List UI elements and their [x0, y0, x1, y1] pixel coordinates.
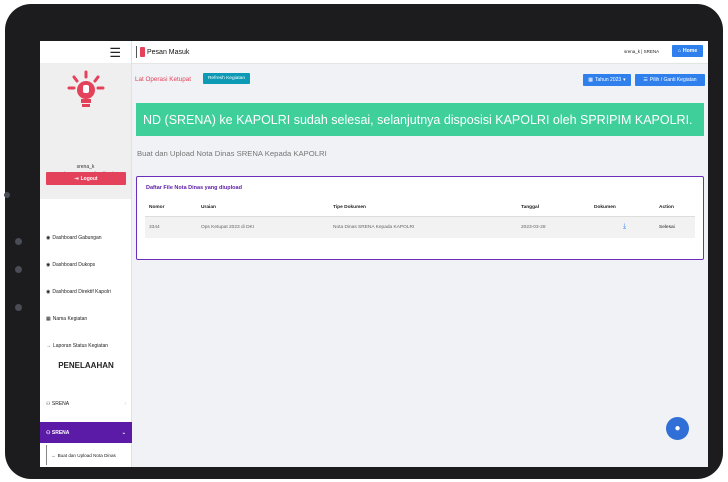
- sidebar-item-label: Dashboard Dukops: [52, 261, 96, 268]
- sidebar-item-dashboard-direktif[interactable]: ◉ Dashboard Direktif Kapolri: [40, 278, 132, 305]
- download-icon[interactable]: ⤓: [623, 223, 626, 230]
- column-header: Uraian: [197, 199, 329, 217]
- cell-nomor: 3344: [145, 216, 197, 238]
- arrow-icon: →: [46, 342, 51, 349]
- home-icon: ⌂: [677, 48, 681, 54]
- sidebar-item-label: Dashboard Direktif Kapolri: [52, 288, 111, 295]
- page-title-label: Pesan Masuk: [147, 48, 190, 56]
- sidebar-item-label: SRENA: [51, 429, 70, 436]
- uploaded-files-card: Daftar File Nota Dinas yang diupload Nom…: [136, 176, 704, 260]
- sidebar-item-srena-active[interactable]: ⚇ SRENA ⌄: [40, 422, 132, 443]
- card-title: Daftar File Nota Dinas yang diupload: [146, 185, 242, 191]
- sidebar-item-label: Laporan Status Kegiatan: [53, 342, 109, 349]
- sidebar-item-nama-kegiatan[interactable]: ▦ Nama Kegiatan: [40, 305, 132, 332]
- cell-tipe-dokumen: Nota Dinas SRENA Kepada KAPOLRI: [329, 216, 517, 238]
- year-label: Tahun 2023: [595, 77, 622, 83]
- sidebar-item-dashboard-dukops[interactable]: ◉ Dashboard Dukops: [40, 251, 132, 278]
- camera-dot: [4, 192, 10, 198]
- sidebar-item-label: SRENA: [51, 401, 70, 407]
- activity-bar: Lat Operasi Ketupat Refresh Kegiatan ▦ T…: [132, 64, 708, 94]
- sidebar-item-label: Nama Kegiatan: [52, 315, 88, 322]
- dashboard-icon: ◉: [46, 234, 51, 241]
- files-table: Nomor Uraian Tipe Dokumen Tanggal Dokume…: [145, 199, 695, 238]
- user-info: srena_k | SRENA: [624, 49, 660, 54]
- tablet-frame: ☰ srena_k Selamat Dat: [4, 4, 723, 479]
- sensor-dot: [15, 304, 22, 311]
- sidebar-subitem-label: Buat dan Upload Nota Dinas: [57, 452, 116, 458]
- activity-label: Lat Operasi Ketupat: [135, 76, 192, 83]
- sidebar-header: ☰: [40, 41, 131, 64]
- chat-button[interactable]: ●: [666, 417, 689, 440]
- cell-action: Selesai: [655, 216, 695, 238]
- sidebar-subitem-upload-nota[interactable]: → Buat dan Upload Nota Dinas: [40, 445, 132, 465]
- dashboard-icon: ◉: [46, 288, 51, 295]
- pick-activity-button[interactable]: ☰ Pilih / Ganti Kegiatan: [635, 74, 705, 86]
- sidebar-item-dashboard-gabungan[interactable]: ◉ Dashboard Gabungan: [40, 224, 132, 251]
- app-screen: ☰ srena_k Selamat Dat: [40, 41, 708, 467]
- cell-dokumen: ⤓: [590, 216, 655, 238]
- chevron-right-icon: ›: [124, 401, 126, 407]
- success-banner: ND (SRENA) ke KAPOLRI sudah selesai, sel…: [136, 103, 704, 136]
- page-title: Pesan Masuk: [136, 46, 189, 58]
- column-header: Tanggal: [517, 199, 590, 217]
- sensor-dot: [15, 238, 22, 245]
- sidebar-section-title: PENELAAHAN: [58, 361, 114, 370]
- year-dropdown[interactable]: ▦ Tahun 2023 ▾: [583, 74, 631, 86]
- logout-label: Logout: [80, 175, 98, 182]
- logout-button[interactable]: ⇥ Logout: [46, 172, 126, 185]
- table-row: 3344 Ops Ketupat 2023 di DKI Nota Dinas …: [145, 216, 695, 238]
- list-icon: ☰: [643, 77, 648, 83]
- sidebar-nav: ◉ Dashboard Gabungan ◉ Dashboard Dukops …: [40, 224, 132, 359]
- chat-icon: ●: [674, 423, 681, 434]
- caret-down-icon: ▾: [623, 77, 626, 83]
- column-header: Dokumen: [590, 199, 655, 217]
- sidebar-item-label: Dashboard Gabungan: [52, 234, 102, 241]
- section-heading: Buat dan Upload Nota Dinas SRENA Kepada …: [137, 149, 327, 158]
- table-icon: ▦: [46, 315, 51, 322]
- sidebar: ☰ srena_k Selamat Dat: [40, 41, 132, 467]
- profile-username: srena_k: [76, 164, 95, 170]
- home-button[interactable]: ⌂ Home: [672, 45, 703, 57]
- arrow-icon: →: [51, 452, 56, 458]
- cell-uraian: Ops Ketupat 2023 di DKI: [197, 216, 329, 238]
- cell-tanggal: 2023-03-28: [517, 216, 590, 238]
- calendar-icon: ▦: [588, 77, 594, 83]
- home-label: Home: [682, 48, 698, 54]
- column-header: Tipe Dokumen: [329, 199, 517, 217]
- refresh-kegiatan-button[interactable]: Refresh Kegiatan: [203, 73, 250, 84]
- top-bar: Pesan Masuk srena_k | SRENA ⌂ Home: [132, 41, 708, 64]
- logout-icon: ⇥: [74, 175, 79, 182]
- mail-icon: [140, 47, 145, 57]
- divider: [136, 46, 137, 58]
- dashboard-icon: ◉: [46, 261, 51, 268]
- pick-label: Pilih / Ganti Kegiatan: [649, 77, 697, 83]
- sensor-dot: [15, 266, 22, 273]
- tree-line: [46, 445, 47, 465]
- column-header: Nomor: [145, 199, 197, 217]
- column-header: Action: [655, 199, 695, 217]
- app-logo: [67, 70, 105, 107]
- sidebar-item-laporan-status[interactable]: → Laporan Status Kegiatan: [40, 332, 132, 359]
- hamburger-icon[interactable]: ☰: [109, 46, 121, 59]
- sidebar-item-srena-collapsed[interactable]: ⚇ SRENA ›: [40, 394, 132, 414]
- table-header-row: Nomor Uraian Tipe Dokumen Tanggal Dokume…: [145, 199, 695, 217]
- chevron-down-icon: ⌄: [121, 429, 126, 436]
